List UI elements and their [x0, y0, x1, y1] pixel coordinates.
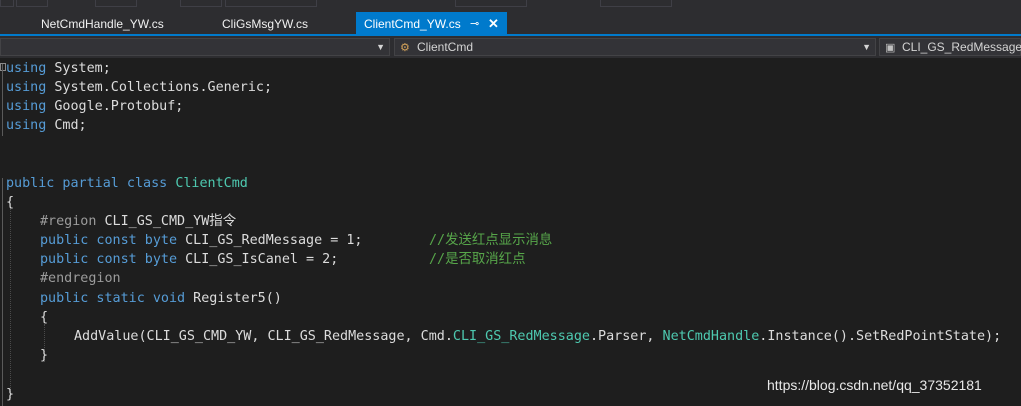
class-dropdown-label: ClientCmd	[417, 40, 474, 54]
comment: //发送红点显示消息	[429, 233, 553, 248]
toolbar-fragment	[455, 0, 527, 7]
project-dropdown[interactable]: ▼	[0, 38, 390, 56]
code-line-2: using System.Collections.Generic;	[6, 78, 272, 97]
preprocessor: #endregion	[40, 271, 121, 286]
toolbar-strip	[0, 0, 1021, 12]
code-line-method-open: {	[40, 308, 48, 327]
code-text: System.Collections.Generic;	[46, 80, 273, 95]
class-name: ClientCmd	[175, 176, 248, 191]
keyword: public partial class	[6, 176, 168, 191]
navigation-bar: ▼ ⚙ ClientCmd ▼ ▣ CLI_GS_RedMessage	[0, 36, 1021, 58]
toolbar-fragment	[600, 0, 672, 7]
pin-icon[interactable]: ⊸	[470, 12, 479, 36]
code-line-field-2: public const byte CLI_GS_IsCanel = 2;	[40, 250, 338, 269]
code-line-call: AddValue(CLI_GS_CMD_YW, CLI_GS_RedMessag…	[74, 327, 1001, 346]
code-comment-1: //发送红点显示消息	[429, 231, 552, 250]
code-line-3: using Google.Protobuf;	[6, 97, 183, 116]
document-tab-bar: NetCmdHandle_YW.cs CliGsMsgYW.cs ClientC…	[0, 12, 1021, 34]
toolbar-fragment	[16, 0, 48, 7]
keyword: public static void	[40, 291, 186, 306]
chevron-down-icon: ▼	[376, 42, 385, 52]
toolbar-fragment	[95, 0, 137, 7]
code-line-region: #region CLI_GS_CMD_YW指令	[40, 212, 236, 231]
toolbar-fragment	[225, 0, 317, 7]
keyword: public const byte	[40, 252, 178, 267]
preprocessor: #region	[40, 214, 97, 229]
code-text: CLI_GS_RedMessage = 1;	[177, 233, 363, 248]
code-text: .Parser,	[589, 329, 663, 344]
code-text: Google.Protobuf;	[46, 99, 184, 114]
code-editor[interactable]: using System; using System.Collections.G…	[0, 58, 1021, 406]
region-name: CLI_GS_CMD_YW指令	[96, 214, 237, 229]
tab-clientcmd-active[interactable]: ClientCmd_YW.cs ⊸ ✕	[356, 12, 507, 34]
type-name: CLI_GS_RedMessage	[452, 329, 590, 344]
brace: {	[6, 195, 15, 210]
keyword: public const byte	[40, 233, 178, 248]
comment: //是否取消红点	[429, 252, 526, 267]
keyword: using	[6, 61, 47, 76]
brace: {	[40, 310, 49, 325]
code-text: CLI_GS_IsCanel = 2;	[177, 252, 339, 267]
tab-label: CliGsMsgYW.cs	[222, 17, 309, 31]
close-icon[interactable]: ✕	[488, 12, 499, 36]
code-text: Cmd;	[46, 118, 87, 133]
outline-bar	[2, 64, 3, 136]
type-name: NetCmdHandle	[662, 329, 760, 344]
code-text: .Instance().SetRedPointState);	[759, 329, 1002, 344]
tab-netcmdhandle[interactable]: NetCmdHandle_YW.cs	[33, 12, 193, 34]
tab-cligsmsg[interactable]: CliGsMsgYW.cs	[214, 12, 354, 34]
code-line-endregion: #endregion	[40, 269, 121, 288]
code-text: System;	[46, 61, 111, 76]
member-dropdown-label: CLI_GS_RedMessage	[902, 40, 1021, 54]
watermark: https://blog.csdn.net/qq_37352181	[767, 377, 982, 393]
code-comment-2: //是否取消红点	[429, 250, 525, 269]
chevron-down-icon: ▼	[862, 42, 871, 52]
outline-bar	[2, 178, 3, 406]
indent-guide	[10, 208, 11, 398]
brace: }	[40, 348, 49, 363]
code-line-brace: {	[6, 193, 14, 212]
keyword: using	[6, 99, 47, 114]
code-line-class: public partial class ClientCmd	[6, 174, 248, 193]
tab-label: ClientCmd_YW.cs	[364, 17, 461, 31]
class-icon: ⚙	[400, 42, 410, 54]
member-dropdown[interactable]: ▣ CLI_GS_RedMessage	[879, 38, 1021, 56]
toolbar-fragment	[180, 0, 222, 7]
field-icon: ▣	[885, 42, 896, 54]
toolbar-fragment	[0, 0, 14, 7]
code-line-4: using Cmd;	[6, 116, 87, 135]
code-line-method-close: }	[40, 346, 48, 365]
method-name: Register5()	[185, 291, 282, 306]
brace: }	[6, 387, 15, 402]
code-line-class-close: }	[6, 385, 14, 404]
code-line-method: public static void Register5()	[40, 289, 282, 308]
code-line-field-1: public const byte CLI_GS_RedMessage = 1;	[40, 231, 363, 250]
keyword: using	[6, 118, 47, 133]
code-text: AddValue(CLI_GS_CMD_YW, CLI_GS_RedMessag…	[74, 329, 453, 344]
class-dropdown[interactable]: ⚙ ClientCmd ▼	[394, 38, 876, 56]
tab-label: NetCmdHandle_YW.cs	[41, 17, 164, 31]
keyword: using	[6, 80, 47, 95]
code-line-1: using System;	[6, 59, 111, 78]
